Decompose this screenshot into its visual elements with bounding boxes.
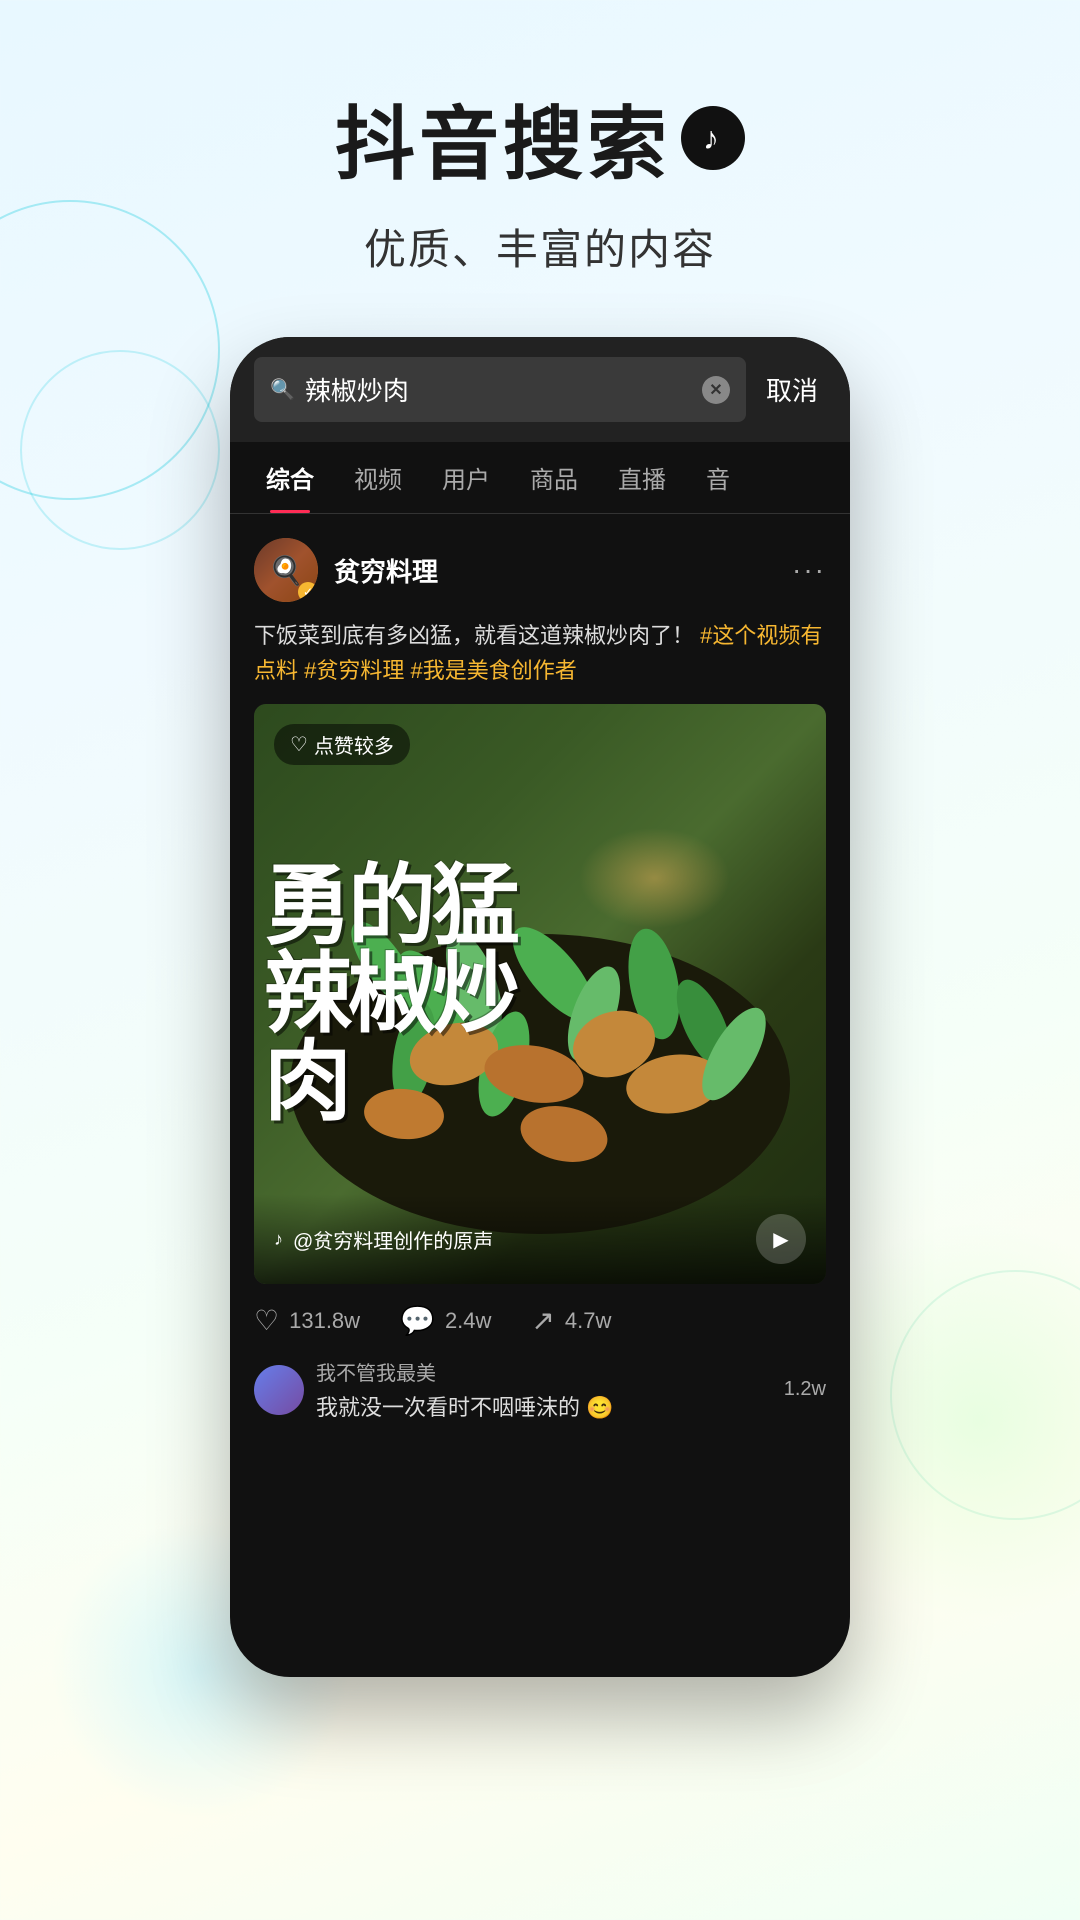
play-icon: ▶ bbox=[773, 1227, 788, 1252]
comment-username: 我不管我最美 bbox=[316, 1357, 772, 1386]
clear-button[interactable]: ✕ bbox=[702, 376, 730, 404]
comment-avatar bbox=[254, 1365, 304, 1415]
cancel-button[interactable]: 取消 bbox=[758, 371, 826, 408]
tab-product[interactable]: 商品 bbox=[510, 442, 598, 513]
engagement-stats: ♡ 131.8w 💬 2.4w ↗ 4.7w bbox=[230, 1284, 850, 1357]
video-bottom-bar: ♪ @贫穷料理创作的原声 ▶ bbox=[254, 1194, 826, 1284]
tab-video[interactable]: 视频 bbox=[334, 442, 422, 513]
likes-count: 131.8w bbox=[289, 1308, 360, 1334]
post-description: 下饭菜到底有多凶猛，就看这道辣椒炒肉了！ #这个视频有点料 #贫穷料理 #我是美… bbox=[230, 618, 850, 704]
main-title-text: 抖音搜索 bbox=[335, 80, 671, 196]
search-bar: 🔍 辣椒炒肉 ✕ 取消 bbox=[230, 337, 850, 442]
tab-music[interactable]: 音 bbox=[686, 442, 750, 513]
more-options-icon[interactable]: ··· bbox=[792, 554, 826, 586]
avatar: 🍳 ✓ bbox=[254, 538, 318, 602]
video-thumbnail[interactable]: ♡ 点赞较多 勇的猛 辣椒炒 肉 ♪ @贫穷料理创作的原声 ▶ bbox=[254, 704, 826, 1284]
likes-stat[interactable]: ♡ 131.8w bbox=[254, 1304, 360, 1337]
verified-badge: ✓ bbox=[298, 582, 318, 602]
tiktok-logo-icon: ♪ bbox=[681, 106, 745, 170]
clear-icon: ✕ bbox=[709, 380, 722, 400]
search-results-content: 🍳 ✓ 贫穷料理 ··· 下饭菜到底有多凶猛，就看这道辣椒炒肉了！ #这个视频有… bbox=[230, 514, 850, 1438]
tab-user[interactable]: 用户 bbox=[422, 442, 510, 513]
main-title-container: 抖音搜索 ♪ bbox=[0, 80, 1080, 196]
audio-label: @贫穷料理创作的原声 bbox=[293, 1225, 493, 1254]
comment-count: 1.2w bbox=[784, 1378, 826, 1401]
subtitle-text: 优质、丰富的内容 bbox=[0, 216, 1080, 277]
video-title-line-2: 辣椒炒 bbox=[264, 950, 516, 1038]
search-query: 辣椒炒肉 bbox=[305, 371, 692, 408]
post-username: 贫穷料理 bbox=[334, 552, 438, 589]
comment-icon: 💬 bbox=[400, 1304, 435, 1337]
post-description-text: 下饭菜到底有多凶猛，就看这道辣椒炒肉了！ bbox=[254, 623, 694, 648]
phone-mockup: 🔍 辣椒炒肉 ✕ 取消 综合 视频 用户 商品 直播 bbox=[230, 337, 850, 1677]
tiktok-small-icon: ♪ bbox=[274, 1229, 283, 1250]
shares-stat[interactable]: ↗ 4.7w bbox=[531, 1304, 611, 1337]
tab-live[interactable]: 直播 bbox=[598, 442, 686, 513]
post-user-card: 🍳 ✓ 贫穷料理 ··· bbox=[230, 514, 850, 618]
shares-count: 4.7w bbox=[565, 1308, 611, 1334]
video-title-line-1: 勇的猛 bbox=[264, 862, 516, 950]
phone-mockup-container: 🔍 辣椒炒肉 ✕ 取消 综合 视频 用户 商品 直播 bbox=[0, 337, 1080, 1677]
search-input-area[interactable]: 🔍 辣椒炒肉 ✕ bbox=[254, 357, 746, 422]
heart-icon: ♡ bbox=[254, 1304, 279, 1337]
audio-info: ♪ @贫穷料理创作的原声 bbox=[274, 1225, 493, 1254]
page-header: 抖音搜索 ♪ 优质、丰富的内容 bbox=[0, 0, 1080, 277]
user-info: 🍳 ✓ 贫穷料理 bbox=[254, 538, 438, 602]
video-title-line-3: 肉 bbox=[264, 1038, 348, 1126]
share-icon: ↗ bbox=[531, 1304, 554, 1337]
comment-content: 我就没一次看时不咽唾沫的 😊 bbox=[316, 1390, 772, 1422]
search-tabs: 综合 视频 用户 商品 直播 音 bbox=[230, 442, 850, 514]
play-button[interactable]: ▶ bbox=[756, 1214, 806, 1264]
comment-text-wrapper: 我不管我最美 我就没一次看时不咽唾沫的 😊 bbox=[316, 1357, 772, 1422]
tab-comprehensive[interactable]: 综合 bbox=[246, 442, 334, 513]
search-icon: 🔍 bbox=[270, 377, 295, 402]
comments-count: 2.4w bbox=[445, 1308, 491, 1334]
comment-preview-row: 我不管我最美 我就没一次看时不咽唾沫的 😊 1.2w bbox=[230, 1357, 850, 1438]
comments-stat[interactable]: 💬 2.4w bbox=[400, 1304, 491, 1337]
